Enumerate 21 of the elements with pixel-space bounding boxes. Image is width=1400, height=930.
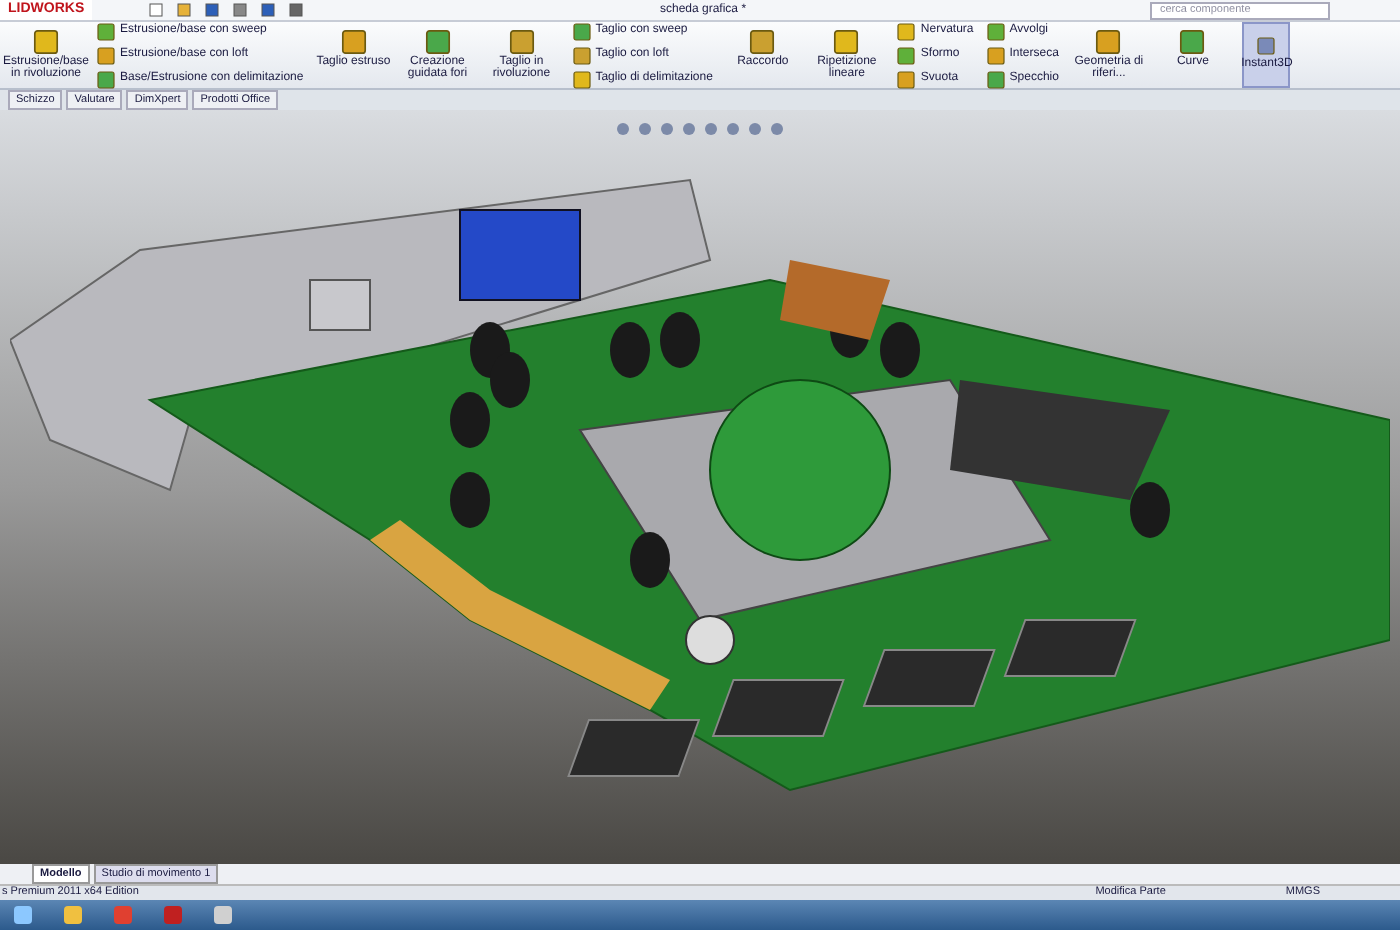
feature-icon (985, 45, 1006, 65)
feature-icon (571, 45, 592, 65)
feature-icon (832, 28, 861, 56)
feature-icon (1094, 28, 1123, 56)
feature-icon (985, 21, 1006, 41)
feature-icon (896, 21, 917, 41)
feature-icon (571, 21, 592, 41)
taskbar-app-icon[interactable] (212, 904, 234, 926)
taskbar-app-icon[interactable] (12, 904, 34, 926)
feature-icon (896, 69, 917, 89)
feature-icon (507, 28, 536, 56)
feature-icon (1178, 28, 1207, 56)
feature-icon (1256, 36, 1277, 56)
taskbar-app-icon[interactable] (62, 904, 84, 926)
feature-icon (896, 45, 917, 65)
feature-icon (985, 69, 1006, 89)
feature-icon (571, 69, 592, 89)
feature-icon (32, 28, 60, 56)
feature-icon (423, 28, 452, 56)
feature-icon (339, 28, 368, 56)
feature-icon (748, 28, 777, 56)
